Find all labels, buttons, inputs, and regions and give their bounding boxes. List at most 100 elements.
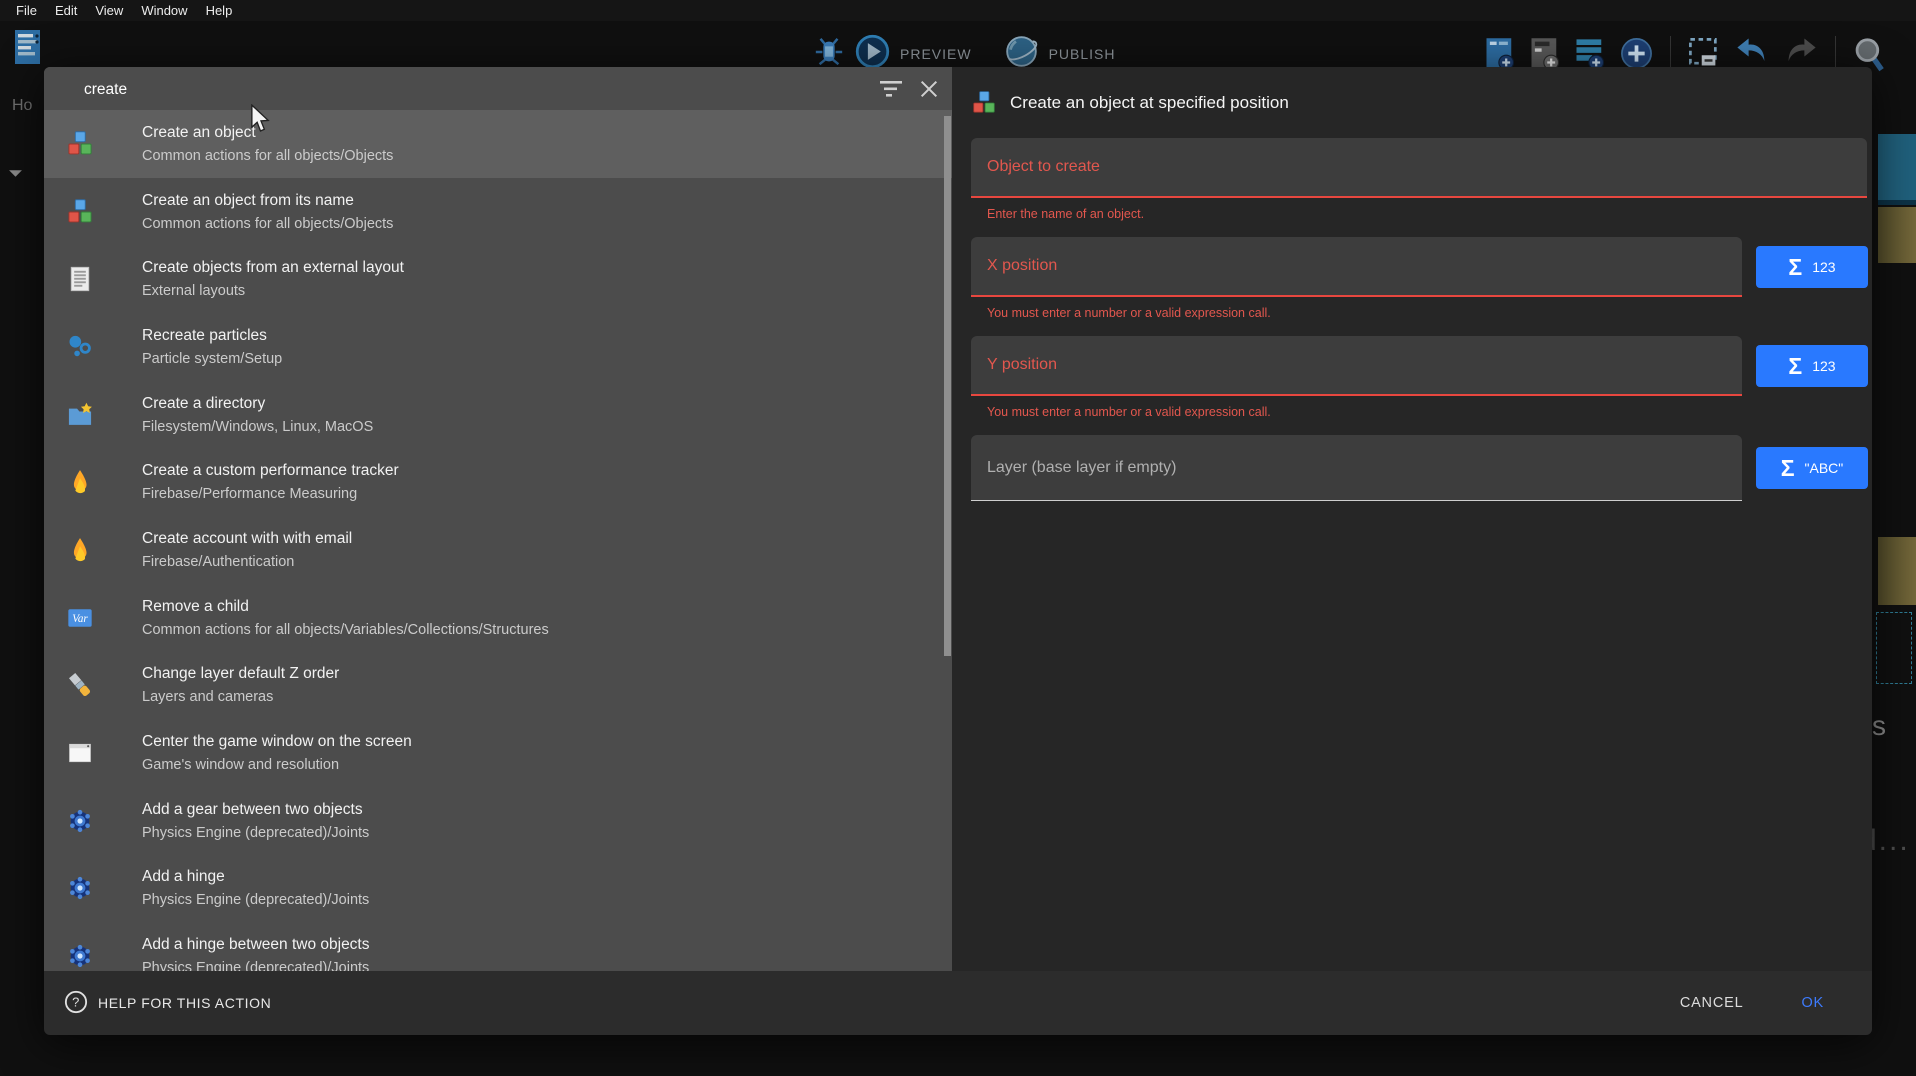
result-title: Remove a child — [142, 598, 549, 616]
sigma-icon: Σ — [1788, 355, 1802, 378]
physics-gear-icon — [66, 807, 94, 835]
search-result-item[interactable]: Recreate particles Particle system/Setup — [44, 313, 952, 381]
x-position-expression-button[interactable]: Σ 123 — [1756, 246, 1868, 288]
firebase-flame-icon — [66, 468, 94, 496]
events-sheet-icon[interactable] — [12, 28, 44, 70]
search-result-item[interactable]: Center the game window on the screenGame… — [44, 719, 952, 787]
result-title: Add a hinge between two objects — [142, 936, 370, 954]
layer-field[interactable]: Layer (base layer if empty) — [971, 435, 1742, 501]
result-subtitle: Firebase/Authentication — [142, 554, 352, 570]
result-subtitle: Common actions for all objects/Variables… — [142, 622, 549, 638]
result-subtitle: External layouts — [142, 283, 404, 299]
result-title: Create an object from its name — [142, 192, 393, 210]
ok-button[interactable]: OK — [1795, 994, 1830, 1012]
cubes-icon — [66, 130, 94, 158]
result-subtitle: Physics Engine (deprecated)/Joints — [142, 892, 369, 908]
result-title: Change layer default Z order — [142, 665, 339, 683]
search-result-item[interactable]: Create objects from an external layout Ex… — [44, 245, 952, 313]
filter-icon[interactable] — [878, 79, 904, 104]
scrollbar-thumb[interactable] — [944, 116, 951, 656]
chevron-down-icon[interactable] — [8, 165, 23, 183]
search-result-item[interactable]: Add a hinge Physics Engine (deprecated)/J… — [44, 855, 952, 923]
scene-object-teal — [1878, 134, 1916, 205]
cubes-icon — [66, 198, 94, 226]
menu-window[interactable]: Window — [132, 3, 196, 18]
tab-home[interactable]: Ho — [12, 97, 45, 115]
field-helper-text: Enter the name of an object. — [987, 207, 1856, 221]
action-title: Create an object at specified position — [1010, 93, 1289, 113]
field-placeholder: X position — [987, 257, 1057, 275]
scene-edge-text: s — [1872, 710, 1886, 742]
help-label: HELP FOR THIS ACTION — [98, 995, 271, 1011]
object-to-create-field[interactable]: Object to create — [971, 138, 1867, 198]
results-scrollbar[interactable] — [943, 110, 952, 971]
search-result-item[interactable]: Add a hinge between two objects Physics E… — [44, 922, 952, 971]
layer-expression-button[interactable]: Σ "ABC" — [1756, 447, 1868, 489]
scene-object-olive — [1878, 207, 1916, 263]
cancel-button[interactable]: CANCEL — [1674, 994, 1750, 1012]
preview-button[interactable]: PREVIEW — [900, 46, 972, 62]
search-result-item[interactable]: Var Remove a child Common actions for all … — [44, 584, 952, 652]
gdevelop-app: File Edit View Window Help PREVIEW PUBLI… — [0, 0, 1916, 1076]
field-helper-text: You must enter a number or a valid expre… — [987, 405, 1856, 419]
folder-star-icon — [66, 401, 94, 429]
menu-bar: File Edit View Window Help — [0, 0, 1916, 21]
external-layout-icon — [66, 265, 94, 293]
window-icon — [66, 739, 94, 767]
field-placeholder: Y position — [987, 356, 1057, 374]
result-subtitle: Particle system/Setup — [142, 351, 282, 367]
x-position-field[interactable]: X position — [971, 237, 1742, 297]
result-title: Create an object — [142, 124, 393, 142]
result-title: Create a custom performance tracker — [142, 462, 399, 480]
close-icon[interactable] — [918, 78, 940, 105]
result-subtitle: Physics Engine (deprecated)/Joints — [142, 825, 369, 841]
result-title: Create account with with email — [142, 530, 352, 548]
action-config-panel: Create an object at specified position O… — [952, 67, 1872, 971]
result-subtitle: Firebase/Performance Measuring — [142, 486, 399, 502]
search-header — [44, 67, 952, 110]
search-result-item[interactable]: Create an object Common actions for all o… — [44, 110, 952, 178]
action-title-row: Create an object at specified position — [971, 90, 1872, 116]
search-results-list: Create an object Common actions for all o… — [44, 110, 952, 971]
field-helper-text: You must enter a number or a valid expre… — [987, 306, 1856, 320]
variable-icon: Var — [66, 604, 94, 632]
search-result-item[interactable]: Create a custom performance tracker Fireb… — [44, 448, 952, 516]
menu-edit[interactable]: Edit — [46, 3, 86, 18]
y-position-expression-button[interactable]: Σ 123 — [1756, 345, 1868, 387]
sigma-icon: Σ — [1788, 256, 1802, 279]
result-subtitle: Common actions for all objects/Objects — [142, 216, 393, 232]
result-subtitle: Game's window and resolution — [142, 757, 412, 773]
result-subtitle: Physics Engine (deprecated)/Joints — [142, 960, 370, 971]
search-result-item[interactable]: Create account with with email Firebase/A… — [44, 516, 952, 584]
result-title: Recreate particles — [142, 327, 282, 345]
result-title: Create a directory — [142, 395, 373, 413]
scene-selection-outline — [1876, 612, 1912, 684]
physics-gear-icon — [66, 874, 94, 902]
field-placeholder: Object to create — [987, 158, 1100, 176]
menu-help[interactable]: Help — [197, 3, 242, 18]
layers-icon — [66, 671, 94, 699]
menu-file[interactable]: File — [7, 3, 46, 18]
result-subtitle: Common actions for all objects/Objects — [142, 148, 393, 164]
result-title: Add a gear between two objects — [142, 801, 369, 819]
help-button[interactable]: ? HELP FOR THIS ACTION — [64, 990, 271, 1017]
search-result-item[interactable]: Change layer default Z orderLayers and c… — [44, 652, 952, 720]
result-title: Add a hinge — [142, 868, 369, 886]
help-icon: ? — [64, 990, 88, 1017]
particles-icon — [66, 333, 94, 361]
instruction-editor-dialog: Create an object Common actions for all o… — [44, 67, 1872, 1035]
search-input[interactable] — [82, 67, 766, 112]
search-result-item[interactable]: Add a gear between two objects Physics En… — [44, 787, 952, 855]
y-position-field[interactable]: Y position — [971, 336, 1742, 396]
field-placeholder: Layer (base layer if empty) — [987, 459, 1176, 477]
action-search-panel: Create an object Common actions for all o… — [44, 67, 952, 971]
menu-view[interactable]: View — [86, 3, 132, 18]
dialog-footer: ? HELP FOR THIS ACTION CANCEL OK — [44, 971, 1872, 1035]
search-result-item[interactable]: Create a directoryFilesystem/Windows, Li… — [44, 381, 952, 449]
firebase-flame-icon — [66, 536, 94, 564]
sigma-icon: Σ — [1781, 457, 1795, 480]
search-result-item[interactable]: Create an object from its name Common act… — [44, 178, 952, 246]
result-title: Create objects from an external layout — [142, 259, 404, 277]
physics-gear-icon — [66, 942, 94, 970]
publish-button[interactable]: PUBLISH — [1049, 46, 1116, 62]
